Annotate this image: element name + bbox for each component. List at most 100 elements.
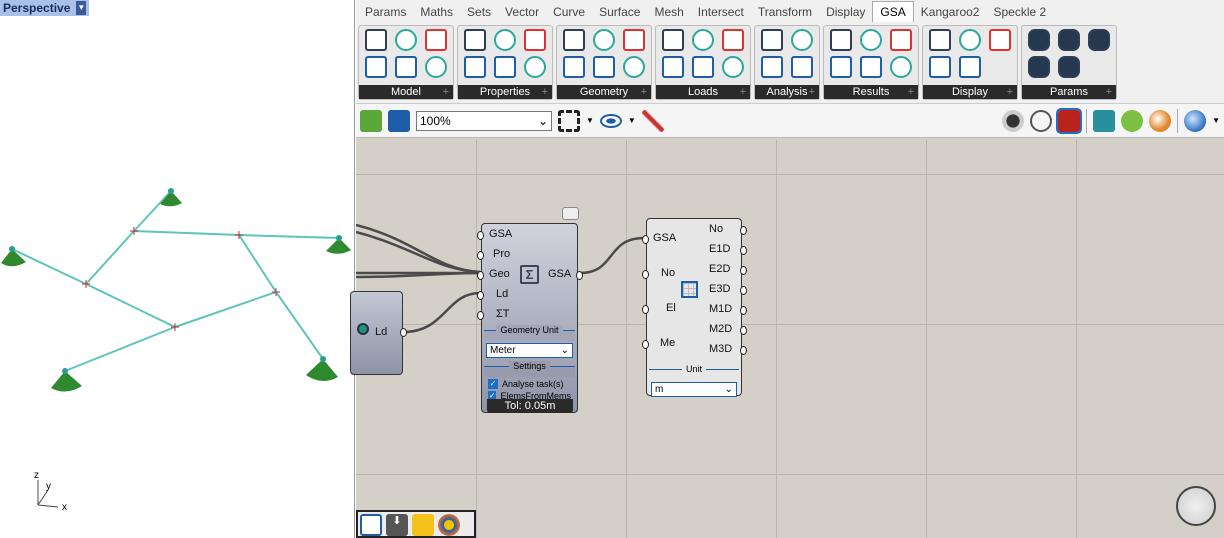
list-add-icon[interactable] [425, 29, 447, 51]
tab-speckle2[interactable]: Speckle 2 [986, 2, 1053, 22]
sigma-c-icon[interactable] [791, 56, 813, 78]
mesh-param-icon[interactable] [1088, 29, 1110, 51]
results-select-icon[interactable] [830, 29, 852, 51]
display-mode-icon[interactable] [1184, 109, 1207, 132]
navigation-wheel-icon[interactable] [1176, 486, 1216, 526]
bake-icon[interactable] [1093, 109, 1116, 132]
ribbon-group-label[interactable]: Model [359, 85, 453, 99]
output-port[interactable] [740, 326, 747, 335]
load-component[interactable]: Ld [350, 291, 407, 375]
output-port[interactable] [740, 226, 747, 235]
tab-surface[interactable]: Surface [592, 2, 647, 22]
sigma-a-icon[interactable] [791, 29, 813, 51]
ribbon-group-label[interactable]: Analysis [755, 85, 819, 99]
result-pick-icon[interactable] [438, 514, 460, 536]
output-port[interactable] [740, 266, 747, 275]
sigma-icon[interactable] [761, 29, 783, 51]
tab-params[interactable]: Params [358, 2, 413, 22]
gsa-analyse-component[interactable]: GSA Pro Geo Ld ΣT Σ GSA Geometry Unit Me… [477, 223, 583, 413]
edit-load-icon[interactable] [722, 56, 744, 78]
output-port[interactable] [740, 246, 747, 255]
tab-kangaroo2[interactable]: Kangaroo2 [914, 2, 987, 22]
output-port[interactable] [740, 346, 747, 355]
preview-eye-icon[interactable] [599, 113, 622, 128]
section-icon[interactable] [395, 56, 417, 78]
dropdown-arrow-icon[interactable]: ▼ [1212, 116, 1220, 125]
node-param-icon[interactable] [1058, 56, 1080, 78]
gsa-edit-model-component[interactable]: GSA No El Me No E1D E2D E3D M1D M2D M3D … [642, 218, 747, 397]
input-port[interactable] [477, 251, 484, 260]
beam-force-icon[interactable] [890, 29, 912, 51]
input-port[interactable] [642, 235, 649, 244]
reaction-icon[interactable] [860, 56, 882, 78]
output-port[interactable] [400, 328, 407, 337]
preview-shaded-icon[interactable] [1030, 109, 1053, 132]
ribbon-group-label[interactable]: Params [1022, 85, 1116, 99]
input-port[interactable] [477, 271, 484, 280]
tab-vector[interactable]: Vector [498, 2, 546, 22]
sigma-c-info-icon[interactable] [761, 56, 783, 78]
node-load-icon[interactable] [722, 29, 744, 51]
displacement-icon[interactable] [860, 29, 882, 51]
thermal-load-icon[interactable] [662, 56, 684, 78]
ribbon-group-label[interactable]: Loads [656, 85, 750, 99]
mesh-add-icon[interactable] [623, 56, 645, 78]
face-load-icon[interactable] [692, 56, 714, 78]
input-port[interactable] [477, 291, 484, 300]
save-model-icon[interactable] [365, 56, 387, 78]
support-arrow-icon[interactable]: ⬇ [386, 514, 408, 536]
edit-prop-icon[interactable] [524, 29, 546, 51]
point-load-icon[interactable] [692, 29, 714, 51]
prop-param-icon[interactable] [1028, 56, 1050, 78]
section-add-icon[interactable] [494, 29, 516, 51]
sketch-pen-icon[interactable] [641, 109, 664, 132]
input-port[interactable] [642, 340, 649, 349]
results-pick-icon[interactable] [830, 56, 852, 78]
layers-icon[interactable] [959, 29, 981, 51]
tab-maths[interactable]: Maths [413, 2, 460, 22]
node-support-icon[interactable] [563, 29, 585, 51]
member-icon[interactable] [623, 29, 645, 51]
list-refresh-icon[interactable] [425, 56, 447, 78]
zoom-extents-icon[interactable] [558, 109, 580, 132]
ribbon-group-label[interactable]: Results [824, 85, 918, 99]
diagram-icon[interactable] [890, 56, 912, 78]
material-icon[interactable] [1149, 109, 1172, 132]
output-port[interactable] [740, 286, 747, 295]
mesh2d-icon[interactable] [593, 56, 615, 78]
beam-load-icon[interactable] [662, 29, 684, 51]
ribbon-group-label[interactable]: Display [923, 85, 1017, 99]
tab-curve[interactable]: Curve [546, 2, 592, 22]
prop2d-icon[interactable] [464, 29, 486, 51]
rhino-viewport[interactable]: Perspective ▼ z y x [0, 0, 355, 538]
ribbon-group-label[interactable]: Properties [458, 85, 552, 99]
zoom-dropdown[interactable]: 100% ⌄ [416, 110, 552, 131]
create-model-icon[interactable] [360, 514, 382, 536]
element1d-icon[interactable] [593, 29, 615, 51]
analyse-tasks-checkbox[interactable]: ✓ Analyse task(s) [488, 379, 571, 389]
tab-gsa[interactable]: GSA [872, 1, 914, 22]
tab-mesh[interactable]: Mesh [647, 2, 690, 22]
dropdown-arrow-icon[interactable]: ▼ [628, 116, 636, 125]
tab-intersect[interactable]: Intersect [691, 2, 751, 22]
section-param-icon[interactable] [1058, 29, 1080, 51]
gsa-param-icon[interactable] [1028, 29, 1050, 51]
tab-sets[interactable]: Sets [460, 2, 498, 22]
dropdown-arrow-icon[interactable]: ▼ [586, 116, 594, 125]
load-arrow-icon[interactable] [989, 29, 1011, 51]
unit-dropdown[interactable]: m ⌄ [651, 382, 737, 397]
grid-model-icon[interactable] [395, 29, 417, 51]
section-info-icon[interactable] [494, 56, 516, 78]
layers2-icon[interactable] [959, 56, 981, 78]
geometry-unit-dropdown[interactable]: Meter ⌄ [486, 343, 573, 358]
solver-icon[interactable] [1121, 109, 1144, 132]
grasshopper-canvas[interactable]: Ld GSA Pro Geo Ld ΣT Σ GSA Geometry Unit… [350, 140, 1224, 538]
input-port[interactable] [642, 270, 649, 279]
contour-icon[interactable] [412, 514, 434, 536]
node-edit-icon[interactable] [563, 56, 585, 78]
preview-wireframe-icon[interactable] [1002, 109, 1025, 132]
edit-prop2-icon[interactable] [524, 56, 546, 78]
annotate-icon[interactable] [929, 29, 951, 51]
mesh-add-icon[interactable] [929, 56, 951, 78]
ribbon-group-label[interactable]: Geometry [557, 85, 651, 99]
